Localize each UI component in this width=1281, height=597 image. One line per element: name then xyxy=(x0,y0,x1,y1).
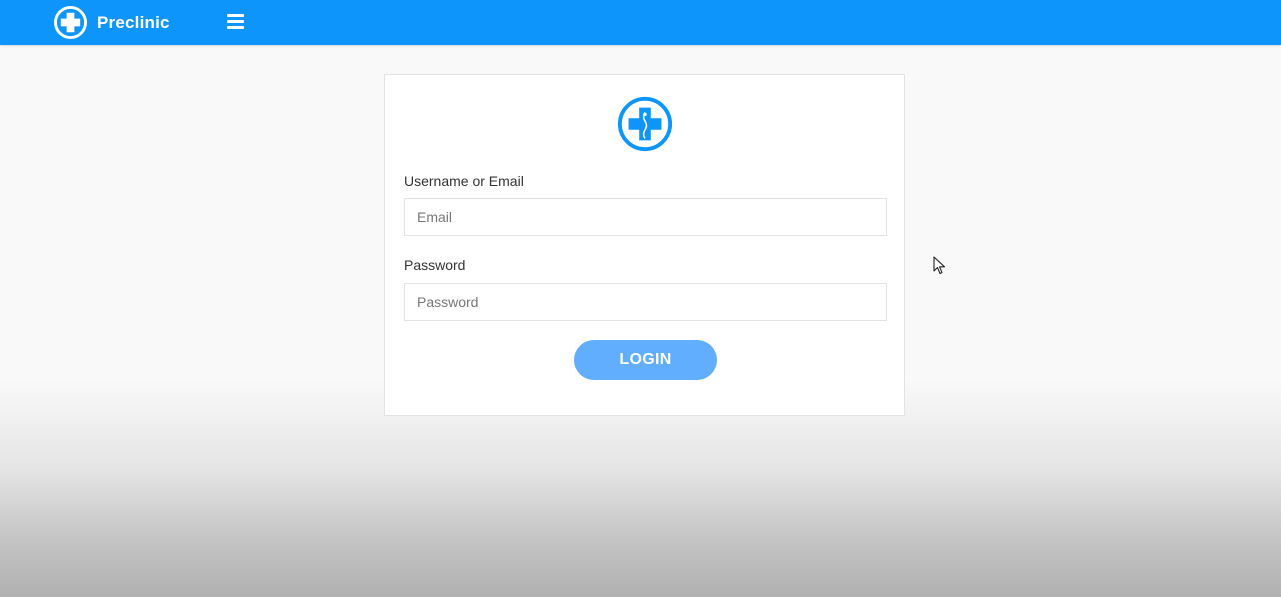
password-label: Password xyxy=(404,257,466,273)
username-label: Username or Email xyxy=(404,173,524,189)
brand-name: Preclinic xyxy=(97,12,170,32)
medical-cross-icon xyxy=(54,6,87,39)
brand-link[interactable]: Preclinic xyxy=(54,6,170,39)
login-button[interactable]: LOGIN xyxy=(574,340,717,380)
password-field[interactable] xyxy=(404,283,887,321)
top-navbar: Preclinic xyxy=(0,0,1281,45)
hamburger-menu-icon[interactable] xyxy=(224,12,246,32)
email-field[interactable] xyxy=(404,198,887,236)
mouse-pointer-icon xyxy=(933,256,946,275)
login-card: Username or Email Password LOGIN xyxy=(384,74,905,416)
medical-cross-icon xyxy=(617,96,673,152)
